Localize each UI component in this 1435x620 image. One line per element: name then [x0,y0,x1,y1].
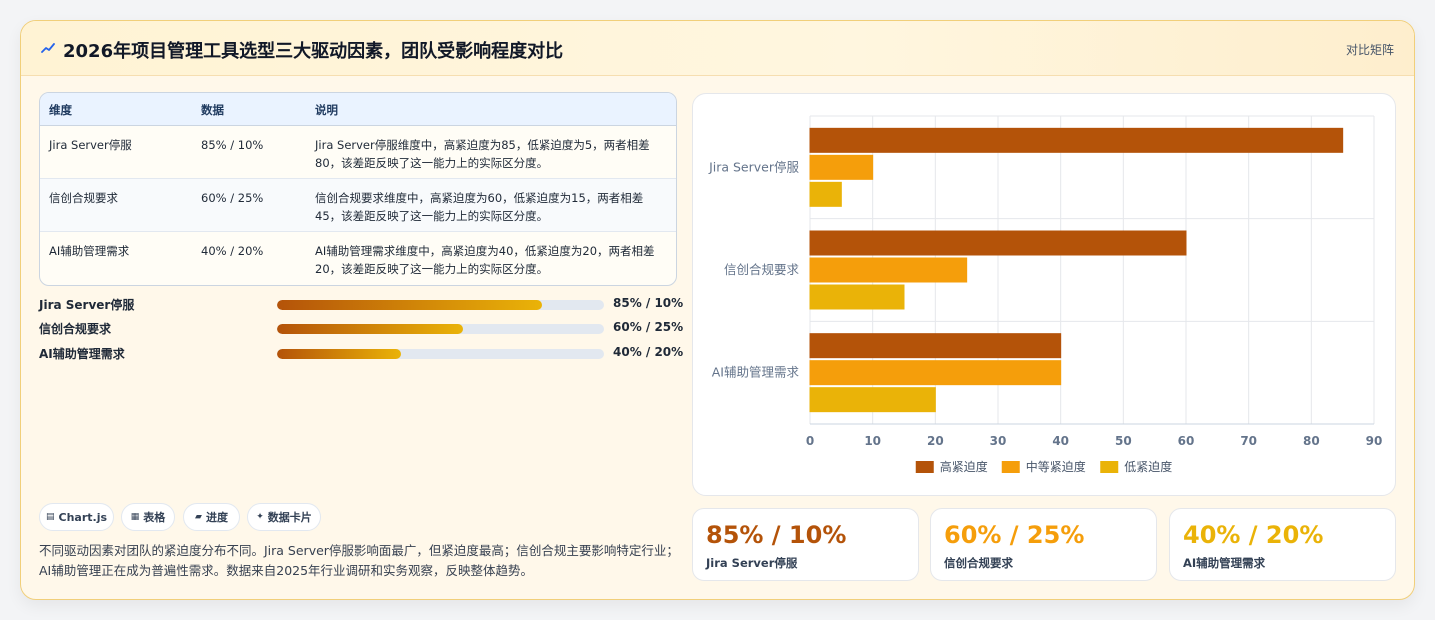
table-icon: ▦ [130,512,140,522]
chip-chartjs[interactable]: ▤ Chart.js [39,503,114,531]
stat-card: 85% / 10% Jira Server停服 [692,508,919,581]
legend-label: 低紧迫度 [1124,459,1172,474]
bar-0-0 [809,127,1344,153]
main-card: 2026年项目管理工具选型三大驱动因素，团队受影响程度对比 对比矩阵 维度 数据… [20,20,1415,600]
table-header-row: 维度 数据 说明 [40,93,676,126]
data-table: 维度 数据 说明 Jira Server停服 85% / 10% Jira Se… [39,92,677,286]
table-header-description: 说明 [315,103,338,117]
bar-2-2 [809,387,936,413]
chip-label: 数据卡片 [267,511,312,524]
chart-trend-icon [41,43,55,53]
x-tick-label: 80 [1303,434,1320,448]
table-cell-data: 85% / 10% [201,138,264,152]
bar-2-0 [809,181,842,207]
chip-label: 进度 [205,511,228,524]
x-tick-label: 40 [1052,434,1069,448]
progress-track [277,300,604,310]
progress-track [277,349,604,359]
x-tick-label: 50 [1115,434,1132,448]
chip-label: 表格 [143,511,166,524]
table-header-data: 数据 [201,103,224,117]
page-title: 2026年项目管理工具选型三大驱动因素，团队受影响程度对比 [63,41,564,62]
table-cell-data: 60% / 25% [201,191,264,205]
chart-panel: Jira Server停服信创合规要求 AI辅助管理需求 0 10 20 30 40 50 60… [692,93,1396,496]
progress-track [277,324,604,334]
stat-label: 信创合规要求 [944,556,1013,570]
x-tick-label: 0 [806,434,814,448]
table-cell-description: 信创合规要求维度中，高紧迫度为60，低紧迫度为15，两者相差45，该差距反映了这… [315,191,644,223]
chart-icon: ▤ [45,512,55,522]
progress-fill [277,324,464,334]
chip-table[interactable]: ▦ 表格 [121,503,175,531]
bar-0-2 [809,333,1062,359]
progress-label: Jira Server停服 [39,298,135,312]
legend-swatch [1100,461,1119,473]
bar-1-0 [809,154,874,180]
legend-label: 中等紧迫度 [1026,459,1086,474]
table-header-dimension: 维度 [49,103,72,117]
progress-row: AI辅助管理需求 40% / 20% [39,345,683,363]
legend-swatch [1001,461,1020,473]
table-cell-data: 40% / 20% [201,244,264,258]
bar-2-1 [809,284,905,310]
progress-row: 信创合规要求 60% / 25% [39,320,683,338]
progress-value: 60% / 25% [613,320,684,334]
stat-card: 40% / 20% AI辅助管理需求 [1169,508,1396,581]
stat-value: 40% / 20% [1183,521,1324,549]
chip-label: Chart.js [58,510,108,524]
table-cell-description: Jira Server停服维度中，高紧迫度为85，低紧迫度为5，两者相差80，该… [315,138,650,170]
stat-card: 60% / 25% 信创合规要求 [930,508,1157,581]
sparkle-icon: ✦ [256,512,264,522]
chip-data-card[interactable]: ✦ 数据卡片 [247,503,321,531]
legend-label: 高紧迫度 [940,459,988,474]
stat-label: Jira Server停服 [706,556,798,570]
matrix-label: 对比矩阵 [1345,43,1394,57]
stat-label: AI辅助管理需求 [1183,556,1266,570]
table-cell-dimension: 信创合规要求 [49,191,118,205]
x-tick-label: 10 [864,434,881,448]
progress-fill [277,300,542,310]
table-cell-dimension: Jira Server停服 [49,138,132,152]
table-cell-dimension: AI辅助管理需求 [49,244,130,258]
bar-1-2 [809,360,1062,386]
table-row: Jira Server停服 85% / 10% Jira Server停服维度中… [40,126,676,179]
table-row: 信创合规要求 60% / 25% 信创合规要求维度中，高紧迫度为60，低紧迫度为… [40,179,676,232]
x-tick-label: 30 [990,434,1007,448]
x-tick-label: 60 [1178,434,1195,448]
progress-label: AI辅助管理需求 [39,347,125,361]
progress-value: 40% / 20% [613,345,684,359]
summary-note: 不同驱动因素对团队的紧迫度分布不同。Jira Server停服影响面最广，但紧迫… [39,543,679,578]
y-tick-label: Jira Server停服 [708,159,799,174]
x-tick-label: 20 [927,434,944,448]
stat-value: 60% / 25% [944,521,1085,549]
legend-swatch [915,461,934,473]
table-row: AI辅助管理需求 40% / 20% AI辅助管理需求维度中，高紧迫度为40，低… [40,232,676,285]
chip-progress[interactable]: ▰ 进度 [183,503,240,531]
bar-1-1 [809,257,968,283]
y-tick-label: 信创合规要求 [724,262,800,277]
progress-label: 信创合规要求 [39,322,112,336]
x-tick-label: 90 [1366,434,1383,448]
header: 2026年项目管理工具选型三大驱动因素，团队受影响程度对比 对比矩阵 [21,21,1414,76]
y-tick-label: AI辅助管理需求 [712,365,800,380]
progress-fill [277,349,402,359]
x-tick-label: 70 [1240,434,1257,448]
bar-chart: Jira Server停服信创合规要求 AI辅助管理需求 0 10 20 30 40 50 60… [708,115,1383,474]
progress-icon: ▰ [195,512,202,522]
progress-value: 85% / 10% [613,296,684,310]
bar-0-1 [809,230,1187,256]
table-cell-description: AI辅助管理需求维度中，高紧迫度为40，低紧迫度为20，两者相差20，该差距反映… [315,244,655,276]
stat-value: 85% / 10% [706,521,847,549]
progress-row: Jira Server停服 85% / 10% [39,296,683,314]
